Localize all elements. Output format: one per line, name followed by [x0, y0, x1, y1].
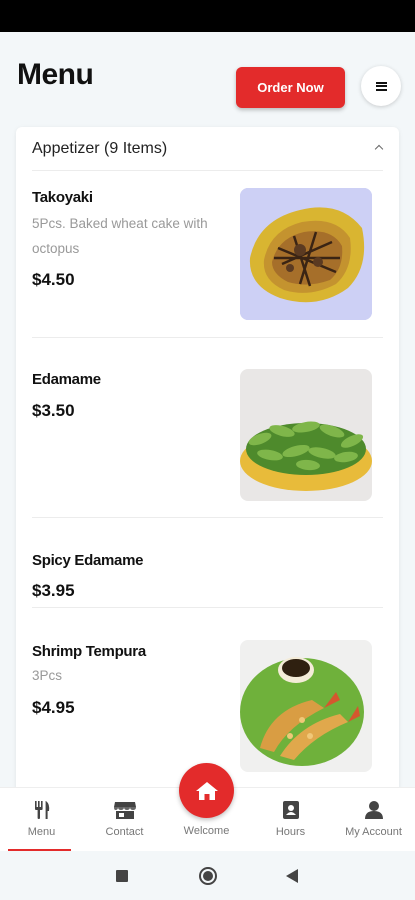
tab-my-account[interactable]: My Account — [332, 788, 415, 850]
status-bar — [0, 0, 415, 32]
item-price: $4.95 — [32, 698, 75, 717]
divider — [32, 607, 383, 608]
back-button[interactable] — [286, 869, 298, 883]
welcome-home-button[interactable] — [179, 763, 234, 818]
utensils-icon — [34, 801, 49, 819]
tab-label: Hours — [275, 826, 306, 838]
tab-menu[interactable]: Menu — [0, 788, 83, 851]
home-system-button[interactable] — [199, 867, 217, 885]
edamame-photo — [240, 369, 372, 501]
tab-label: My Account — [345, 826, 402, 838]
tab-contact[interactable]: Contact — [83, 788, 166, 850]
category-title: Appetizer (9 Items) — [32, 140, 168, 157]
item-price: $3.95 — [32, 581, 75, 600]
hamburger-icon — [375, 81, 387, 91]
recent-apps-button[interactable] — [116, 870, 128, 882]
item-price: $3.50 — [32, 401, 75, 420]
item-name: Edamame — [32, 371, 101, 388]
page-title: Menu — [17, 58, 94, 91]
tab-welcome-label[interactable]: Welcome — [165, 825, 248, 837]
tab-label: Menu — [27, 826, 56, 838]
home-icon — [195, 781, 218, 800]
divider — [32, 170, 383, 171]
category-header[interactable]: Appetizer (9 Items) — [16, 127, 399, 171]
takoyaki-photo — [240, 188, 372, 320]
address-book-icon — [282, 801, 299, 819]
item-name: Takoyaki — [32, 189, 93, 206]
divider — [32, 517, 383, 518]
item-name: Shrimp Tempura — [32, 643, 146, 660]
divider — [32, 337, 383, 338]
item-price: $4.50 — [32, 270, 75, 289]
item-description: 3Pcs — [32, 668, 63, 683]
item-description: 5Pcs. Baked wheat cake with octopus — [32, 216, 208, 256]
tab-hours[interactable]: Hours — [249, 788, 332, 850]
chevron-up-icon[interactable] — [374, 144, 384, 154]
system-navigation-bar — [0, 851, 415, 900]
user-icon — [364, 801, 383, 819]
menu-category-card: Appetizer (9 Items) Takoyaki 5Pcs. Baked… — [16, 127, 399, 807]
menu-button[interactable] — [361, 66, 401, 106]
tab-label: Contact — [105, 826, 144, 838]
order-now-button[interactable]: Order Now — [236, 67, 345, 108]
shrimp-tempura-photo — [240, 640, 372, 772]
storefront-icon — [113, 802, 136, 819]
item-name: Spicy Edamame — [32, 552, 144, 569]
